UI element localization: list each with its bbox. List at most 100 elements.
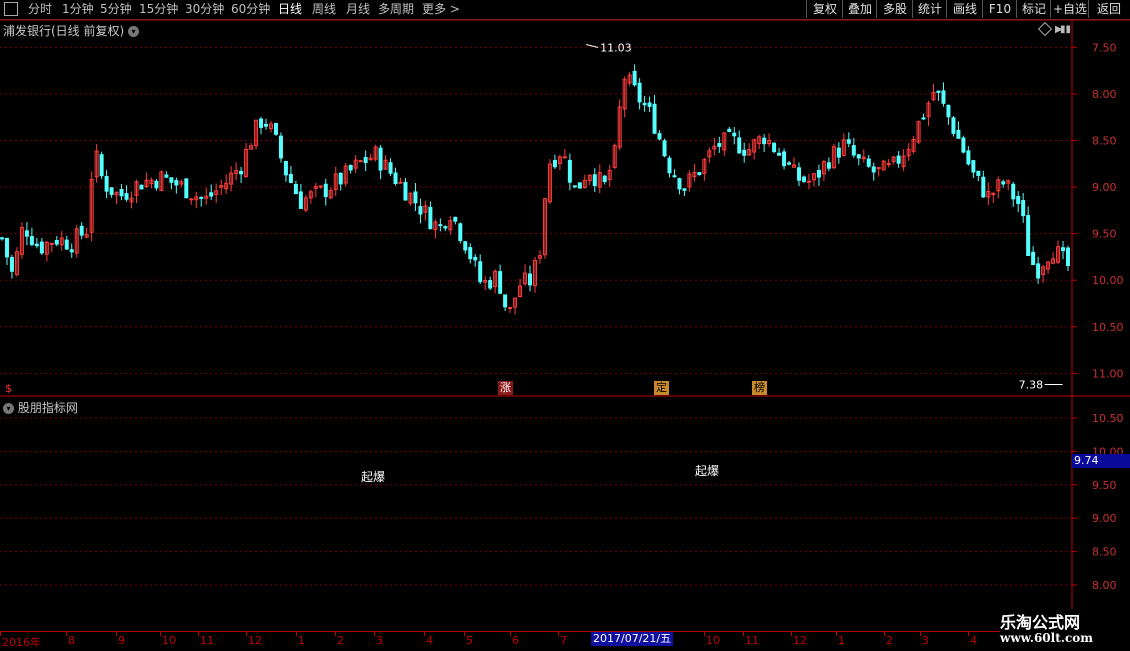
candle-body bbox=[363, 156, 368, 163]
marker-dollar[interactable]: $ bbox=[3, 382, 14, 396]
candle-body bbox=[488, 280, 493, 289]
candle-body bbox=[438, 224, 443, 227]
candle-body bbox=[1061, 247, 1066, 252]
date-tick-label: 9 bbox=[118, 634, 125, 647]
candle-body bbox=[413, 191, 418, 204]
date-tick-label: 8 bbox=[68, 634, 75, 647]
candle-body bbox=[468, 247, 473, 260]
candle-body bbox=[283, 160, 288, 176]
high-price-label: 11.03 bbox=[600, 42, 632, 55]
y-tick-label: 10.00 bbox=[1092, 274, 1124, 287]
candle-body bbox=[572, 185, 577, 188]
date-tick-mark bbox=[424, 632, 425, 636]
y-tick-label: 10.50 bbox=[1092, 321, 1124, 334]
candle-body bbox=[478, 261, 483, 283]
candle-body bbox=[139, 184, 144, 190]
date-tick-label: 12 bbox=[793, 634, 807, 647]
candle-body bbox=[866, 158, 871, 167]
candle-body bbox=[637, 82, 642, 103]
candle-body bbox=[896, 155, 901, 164]
candle-body bbox=[732, 132, 737, 137]
candle-body bbox=[836, 147, 841, 158]
candle-body bbox=[1011, 183, 1016, 200]
date-tick-label: 10 bbox=[162, 634, 176, 647]
date-tick-mark bbox=[246, 632, 247, 636]
candle-body bbox=[577, 182, 582, 189]
marker-bang[interactable]: 榜 bbox=[752, 381, 767, 395]
candle-body bbox=[941, 90, 946, 104]
y-tick-label: 7.50 bbox=[1092, 41, 1117, 54]
date-tick-mark bbox=[0, 632, 1, 636]
candle-body bbox=[393, 172, 398, 185]
candle-body bbox=[567, 159, 572, 183]
candle-body bbox=[453, 216, 458, 222]
date-tick-mark bbox=[510, 632, 511, 636]
y-tick-label: 9.50 bbox=[1092, 479, 1117, 492]
date-tick-label: 1 bbox=[298, 634, 305, 647]
candle-body bbox=[951, 117, 956, 134]
candle-body bbox=[772, 142, 777, 153]
candle-body bbox=[871, 166, 876, 173]
candle-body bbox=[921, 117, 926, 120]
candle-body bbox=[323, 183, 328, 198]
signal-label: 起爆 bbox=[695, 464, 720, 478]
candle-body bbox=[29, 236, 34, 246]
candle-body bbox=[403, 181, 408, 201]
marker-ding[interactable]: 定 bbox=[654, 381, 669, 395]
candle-body bbox=[54, 239, 59, 245]
y-tick-label: 9.00 bbox=[1092, 512, 1117, 525]
y-tick-label: 11.00 bbox=[1092, 367, 1124, 380]
watermark: 乐淘公式网 www.60lt.com bbox=[1000, 609, 1130, 650]
candle-body bbox=[64, 239, 69, 250]
candle-body bbox=[562, 156, 567, 159]
candle-body bbox=[826, 162, 831, 169]
candle-body bbox=[677, 178, 682, 190]
candle-body bbox=[1036, 263, 1041, 279]
candle-body bbox=[851, 145, 856, 156]
candle-body bbox=[1031, 251, 1036, 266]
pause-icon[interactable]: ▮▮ bbox=[1060, 24, 1071, 35]
candle-body bbox=[378, 147, 383, 171]
candle-body bbox=[174, 180, 179, 186]
candle-body bbox=[124, 193, 129, 200]
candle-body bbox=[109, 187, 114, 195]
candle-body bbox=[592, 174, 597, 187]
date-tick-label: 12 bbox=[248, 634, 262, 647]
candle-body bbox=[632, 70, 637, 86]
candle-body bbox=[104, 175, 109, 192]
candle-body bbox=[647, 102, 652, 107]
candle-body bbox=[169, 177, 174, 183]
date-tick-mark bbox=[920, 632, 921, 636]
signal-label: 起爆 bbox=[361, 470, 386, 484]
candle-body bbox=[99, 154, 104, 177]
candle-body bbox=[1066, 247, 1070, 266]
low-price-label: 7.38 bbox=[1019, 379, 1043, 392]
marker-zhang[interactable]: 涨 bbox=[498, 381, 513, 395]
candle-body bbox=[856, 154, 861, 159]
date-tick-mark bbox=[743, 632, 744, 636]
candle-body bbox=[946, 104, 951, 118]
candle-body bbox=[358, 160, 363, 163]
date-tick-mark bbox=[335, 632, 336, 636]
candle-body bbox=[528, 273, 533, 286]
candle-body bbox=[443, 226, 448, 229]
candle-body bbox=[398, 181, 403, 184]
y-tick-label: 10.50 bbox=[1092, 412, 1124, 425]
date-tick-mark bbox=[464, 632, 465, 636]
candle-body bbox=[0, 237, 4, 240]
candle-body bbox=[39, 241, 44, 254]
candle-body bbox=[264, 123, 269, 127]
date-tick-mark bbox=[558, 632, 559, 636]
date-tick-label: 11 bbox=[745, 634, 759, 647]
kline-chart[interactable]: 11.00 10.50 10.00 9.50 9.00 8.50 8.00 7.50 10.50… bbox=[0, 0, 1130, 631]
cursor-date: 2017/07/21/五 bbox=[591, 632, 674, 646]
candle-body bbox=[697, 172, 702, 176]
date-tick-mark bbox=[791, 632, 792, 636]
candle-body bbox=[498, 271, 503, 294]
date-tick-label: 11 bbox=[200, 634, 214, 647]
candle-body bbox=[79, 225, 84, 236]
candle-body bbox=[69, 249, 74, 253]
date-tick-label: 4 bbox=[426, 634, 433, 647]
candle-body bbox=[473, 256, 478, 261]
candle-body bbox=[846, 139, 851, 144]
